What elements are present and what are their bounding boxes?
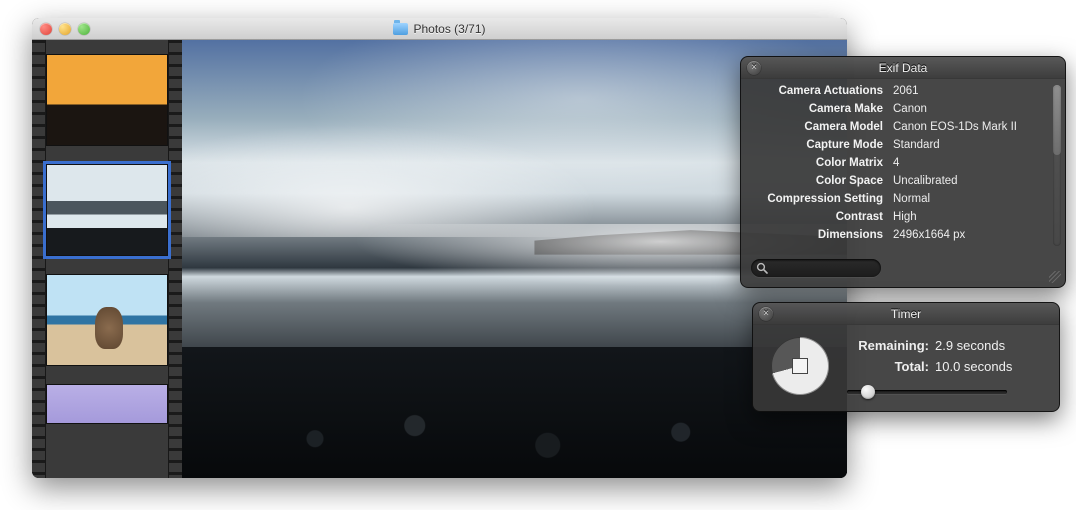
film-sprocket-right (168, 40, 182, 478)
timer-remaining-value: 2.9 seconds (935, 338, 1005, 353)
panel-close-button[interactable]: × (747, 61, 761, 75)
exif-label: Capture Mode (747, 136, 893, 154)
panel-close-button[interactable]: × (759, 307, 773, 321)
thumbnail[interactable] (46, 274, 168, 366)
exif-row: ContrastHigh (747, 208, 1051, 226)
exif-list[interactable]: Camera Actuations2061 Camera MakeCanon C… (741, 79, 1065, 252)
search-icon (756, 262, 768, 274)
exif-label: Dimensions (747, 226, 893, 244)
thumbnail-filmstrip[interactable] (32, 40, 182, 478)
exif-value: Uncalibrated (893, 172, 958, 190)
timer-total-value: 10.0 seconds (935, 359, 1012, 374)
timer-panel[interactable]: × Timer Remaining: 2.9 seconds Total: 10… (752, 302, 1060, 412)
window-minimize-button[interactable] (59, 23, 71, 35)
thumbnail[interactable] (46, 384, 168, 424)
timer-remaining-label: Remaining: (847, 338, 929, 353)
exif-row: Camera ModelCanon EOS-1Ds Mark II (747, 118, 1051, 136)
exif-value: Standard (893, 136, 940, 154)
exif-search-input[interactable] (751, 259, 881, 277)
exif-label: Color Matrix (747, 154, 893, 172)
thumbnail-selected[interactable] (46, 164, 168, 256)
exif-label: Color Space (747, 172, 893, 190)
exif-value: 2061 (893, 82, 919, 100)
window-zoom-button[interactable] (78, 23, 90, 35)
exif-value: 2496x1664 px (893, 226, 965, 244)
exif-data-panel[interactable]: × Exif Data Camera Actuations2061 Camera… (740, 56, 1066, 288)
exif-label: Compression Setting (747, 190, 893, 208)
exif-row: Color SpaceUncalibrated (747, 172, 1051, 190)
photos-window: Photos (3/71) (32, 18, 847, 478)
exif-value: Canon (893, 100, 927, 118)
resize-grip-icon[interactable] (1049, 271, 1061, 283)
timer-total-label: Total: (847, 359, 929, 374)
panel-title: Timer (891, 307, 921, 321)
exif-row: Dimensions2496x1664 px (747, 226, 1051, 244)
exif-label: Camera Model (747, 118, 893, 136)
thumbnail[interactable] (46, 54, 168, 146)
exif-row: Color Matrix4 (747, 154, 1051, 172)
exif-row: Compression SettingNormal (747, 190, 1051, 208)
exif-value: High (893, 208, 917, 226)
window-close-button[interactable] (40, 23, 52, 35)
panel-titlebar[interactable]: × Exif Data (741, 57, 1065, 79)
window-title: Photos (3/71) (413, 22, 485, 36)
film-sprocket-left (32, 40, 46, 478)
panel-title: Exif Data (879, 61, 928, 75)
folder-icon (393, 23, 408, 35)
exif-value: 4 (893, 154, 899, 172)
exif-label: Camera Actuations (747, 82, 893, 100)
exif-row: Camera MakeCanon (747, 100, 1051, 118)
timer-progress-pie[interactable] (771, 337, 829, 395)
exif-value: Normal (893, 190, 930, 208)
stop-icon[interactable] (792, 358, 808, 374)
exif-row: Capture ModeStandard (747, 136, 1051, 154)
timer-interval-slider[interactable] (847, 390, 1007, 394)
panel-titlebar[interactable]: × Timer (753, 303, 1059, 325)
window-titlebar[interactable]: Photos (3/71) (32, 18, 847, 40)
exif-row: Camera Actuations2061 (747, 82, 1051, 100)
exif-value: Canon EOS-1Ds Mark II (893, 118, 1017, 136)
slider-knob[interactable] (861, 385, 875, 399)
exif-label: Contrast (747, 208, 893, 226)
exif-label: Camera Make (747, 100, 893, 118)
